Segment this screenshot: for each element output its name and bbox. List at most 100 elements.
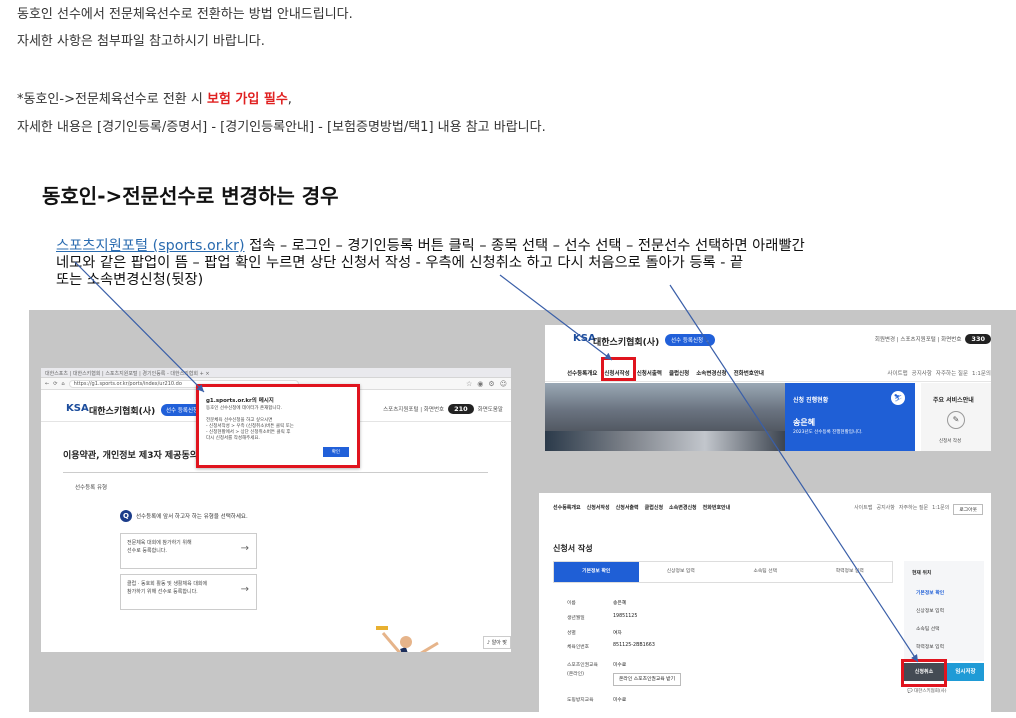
field-value: 미수료: [613, 698, 627, 703]
popup-ok-button[interactable]: 확인: [322, 447, 349, 457]
alert-popup: g1.sports.or.kr의 메시지 동호인 선수신청에 데이터가 존재합니…: [196, 384, 360, 468]
service-panel: 주요 서비스안내 ✎ 신청서 작성: [921, 383, 991, 451]
card-label: 선수등록 유형: [75, 485, 108, 491]
header-links: 스포츠지원포털 | 화면번호 210 화면도움말: [383, 404, 503, 414]
inquiry-link[interactable]: 1:1문의: [932, 504, 949, 515]
field-label: 생년월일: [567, 616, 585, 621]
sidebar-item[interactable]: 소속팀 선택: [916, 625, 940, 632]
chat-button[interactable]: ♪ 알아 맞: [482, 636, 511, 649]
document-edit-icon[interactable]: ✎: [947, 411, 965, 429]
refresh-icon[interactable]: ⟳: [53, 381, 57, 387]
main-nav: 선수등록개요 신청서작성 신청서출력 클럽신청 소속변경신청 전화번호안내 사이…: [539, 502, 991, 516]
skier-icon: ⛷: [891, 391, 905, 405]
arrow-right-icon: →: [240, 543, 249, 554]
option-professional[interactable]: 전문체육 대회에 참가하기 위해 선수로 등록합니다. →: [120, 533, 257, 569]
nav-affiliation-change[interactable]: 소속변경신청: [696, 369, 726, 377]
form-steps: 기본정보 확인 신상정보 입력 소속팀 선택 학력정보 입력: [553, 561, 893, 583]
form-row-doping: 도핑방지교육 미수료: [567, 696, 626, 703]
field-value: 여자: [613, 631, 622, 636]
applicant-name: 송은혜: [793, 418, 816, 427]
sitemap-link[interactable]: 사이트맵: [887, 369, 907, 377]
sidebar-item[interactable]: 학력정보 입력: [916, 643, 944, 650]
notice-link[interactable]: 공지사항: [912, 369, 932, 377]
notice-link[interactable]: 공지사항: [876, 504, 894, 515]
intro-line-4: 자세한 내용은 [경기인등록/증명서] - [경기인등록안내] - [보험증명방…: [17, 120, 546, 135]
sidebar-title: 현재 위치: [912, 571, 932, 576]
step-basic-info[interactable]: 기본정보 확인: [554, 562, 639, 582]
steps-paragraph: 스포츠지원포털 (sports.or.kr) 접속 – 로그인 – 경기인등록 …: [56, 238, 1006, 289]
back-icon[interactable]: ←: [45, 381, 49, 387]
location-sidebar: 현재 위치 기본정보 확인 신상정보 입력 소속팀 선택 학력정보 입력: [904, 561, 984, 661]
option-club-label: 클럽 · 동호회 활동 및 생활체육 대회에 참가하기 위해 선수로 등록합니다…: [127, 581, 208, 595]
site-name[interactable]: 대한스키협회(사): [89, 404, 155, 417]
extension-icon[interactable]: ◉: [477, 380, 483, 388]
nav-application-print[interactable]: 신청서출력: [616, 504, 639, 511]
page-heading: 이용약관, 개인정보 제3자 제공동의: [63, 451, 199, 461]
option-club[interactable]: 클럽 · 동호회 활동 및 생활체육 대회에 참가하기 위해 선수로 등록합니다…: [120, 574, 257, 610]
steps-line-1: 스포츠지원포털 (sports.or.kr) 접속 – 로그인 – 경기인등록 …: [56, 238, 1006, 255]
nav-phone-guide[interactable]: 전화번호안내: [734, 369, 764, 377]
sidebar-footer-text: 대한스키협회(사): [914, 689, 947, 694]
screen-number-badge: 210: [448, 404, 474, 414]
star-icon[interactable]: ☆: [466, 380, 472, 388]
step-personal-info[interactable]: 신상정보 입력: [638, 562, 723, 582]
form-row: 성별 여자: [567, 629, 622, 636]
site-name[interactable]: 대한스키협회(사): [593, 335, 659, 348]
inquiry-link[interactable]: 1:1문의: [972, 369, 991, 377]
field-label: 이름: [567, 601, 576, 606]
step-education[interactable]: 학력정보 입력: [807, 562, 892, 582]
nav-overview[interactable]: 선수등록개요: [567, 369, 597, 377]
header-links-text[interactable]: 회원변경 | 스포츠지원포털 | 화면번호: [875, 335, 962, 343]
online-education-button[interactable]: 온라인 스포츠인권교육 받기: [613, 673, 682, 686]
registration-pill[interactable]: 선수 등록신청 ⌄: [665, 334, 716, 346]
sidebar-item[interactable]: 기본정보 확인: [916, 589, 944, 596]
nav-club[interactable]: 클럽신청: [645, 504, 663, 511]
intro-line-3-prefix: *동호인->전문체육선수로 전환 시: [17, 92, 207, 107]
chat-icon[interactable]: 💬: [907, 689, 913, 694]
field-label: 스포츠인권교육 (온라인): [567, 663, 598, 677]
steps-text-1: 접속 – 로그인 – 경기인등록 버튼 클릭 – 종목 선택 – 선수 선택 –…: [244, 238, 805, 254]
sitemap-link[interactable]: 사이트맵: [854, 504, 872, 515]
field-value: 851125-2BB1663: [613, 643, 655, 648]
nav-application-print[interactable]: 신청서출력: [637, 369, 662, 377]
progress-subtitle: 2023년도 선수등록 진행현황입니다.: [793, 430, 863, 435]
insurance-required-text: 보험 가입 필수: [206, 92, 288, 107]
field-value: 송은혜: [613, 601, 627, 606]
faq-link[interactable]: 자주하는 질문: [936, 369, 968, 377]
ksa-logo[interactable]: KSA: [66, 403, 89, 414]
browser-tabs[interactable]: 대한스포츠 | 대한스키협회 | 스포츠지원포털 | 경기인등록 - 대한스키협…: [41, 368, 511, 378]
service-item-label[interactable]: 신청서 작성: [939, 438, 961, 444]
screen-help-button[interactable]: 화면도움말: [478, 405, 503, 413]
nav-phone-guide[interactable]: 전화번호안내: [703, 504, 731, 511]
logout-button[interactable]: 로그아웃: [953, 504, 983, 515]
question-text: 선수등록에 앞서 하고자 하는 유형을 선택하세요.: [136, 514, 248, 520]
field-value: 미수료: [613, 663, 627, 668]
header-links-text[interactable]: 스포츠지원포털 | 화면번호: [383, 405, 444, 413]
nav-overview[interactable]: 선수등록개요: [553, 504, 581, 511]
field-label: 도핑방지교육: [567, 698, 594, 703]
question-badge: Q: [120, 510, 132, 522]
steps-line-3: 또는 소속변경신청(뒷장): [56, 272, 204, 288]
section-title: 동호인->전문선수로 변경하는 경우: [42, 184, 339, 208]
nav-application-write[interactable]: 신청서작성: [587, 504, 610, 511]
option-professional-label: 전문체육 대회에 참가하기 위해 선수로 등록합니다.: [127, 540, 192, 554]
screen-number-badge: 330: [965, 334, 991, 344]
form-heading: 신청서 작성: [553, 544, 593, 553]
sidebar-item[interactable]: 신상정보 입력: [916, 607, 944, 614]
browser-toolbar-icons: ☆ ◉ ⚙ ☺: [466, 380, 507, 388]
header-links: 회원변경 | 스포츠지원포털 | 화면번호 330: [875, 334, 991, 344]
service-title: 주요 서비스안내: [933, 397, 974, 404]
nav-affiliation-change[interactable]: 소속변경신청: [669, 504, 697, 511]
faq-link[interactable]: 자주하는 질문: [899, 504, 928, 515]
highlight-box-cancel-button: [901, 659, 947, 687]
sports-portal-link[interactable]: 스포츠지원포털 (sports.or.kr): [56, 238, 245, 254]
step-team[interactable]: 소속팀 선택: [723, 562, 808, 582]
home-icon[interactable]: ⌂: [61, 381, 64, 387]
field-label: 성별: [567, 631, 576, 636]
settings-icon[interactable]: ⚙: [488, 380, 494, 388]
profile-icon[interactable]: ☺: [500, 380, 507, 388]
nav-club[interactable]: 클럽신청: [669, 369, 689, 377]
form-row-education: 스포츠인권교육 (온라인) 미수료온라인 스포츠인권교육 받기: [567, 661, 682, 686]
field-label: 체육인번호: [567, 645, 590, 650]
temp-save-button[interactable]: 임시저장: [947, 663, 984, 681]
